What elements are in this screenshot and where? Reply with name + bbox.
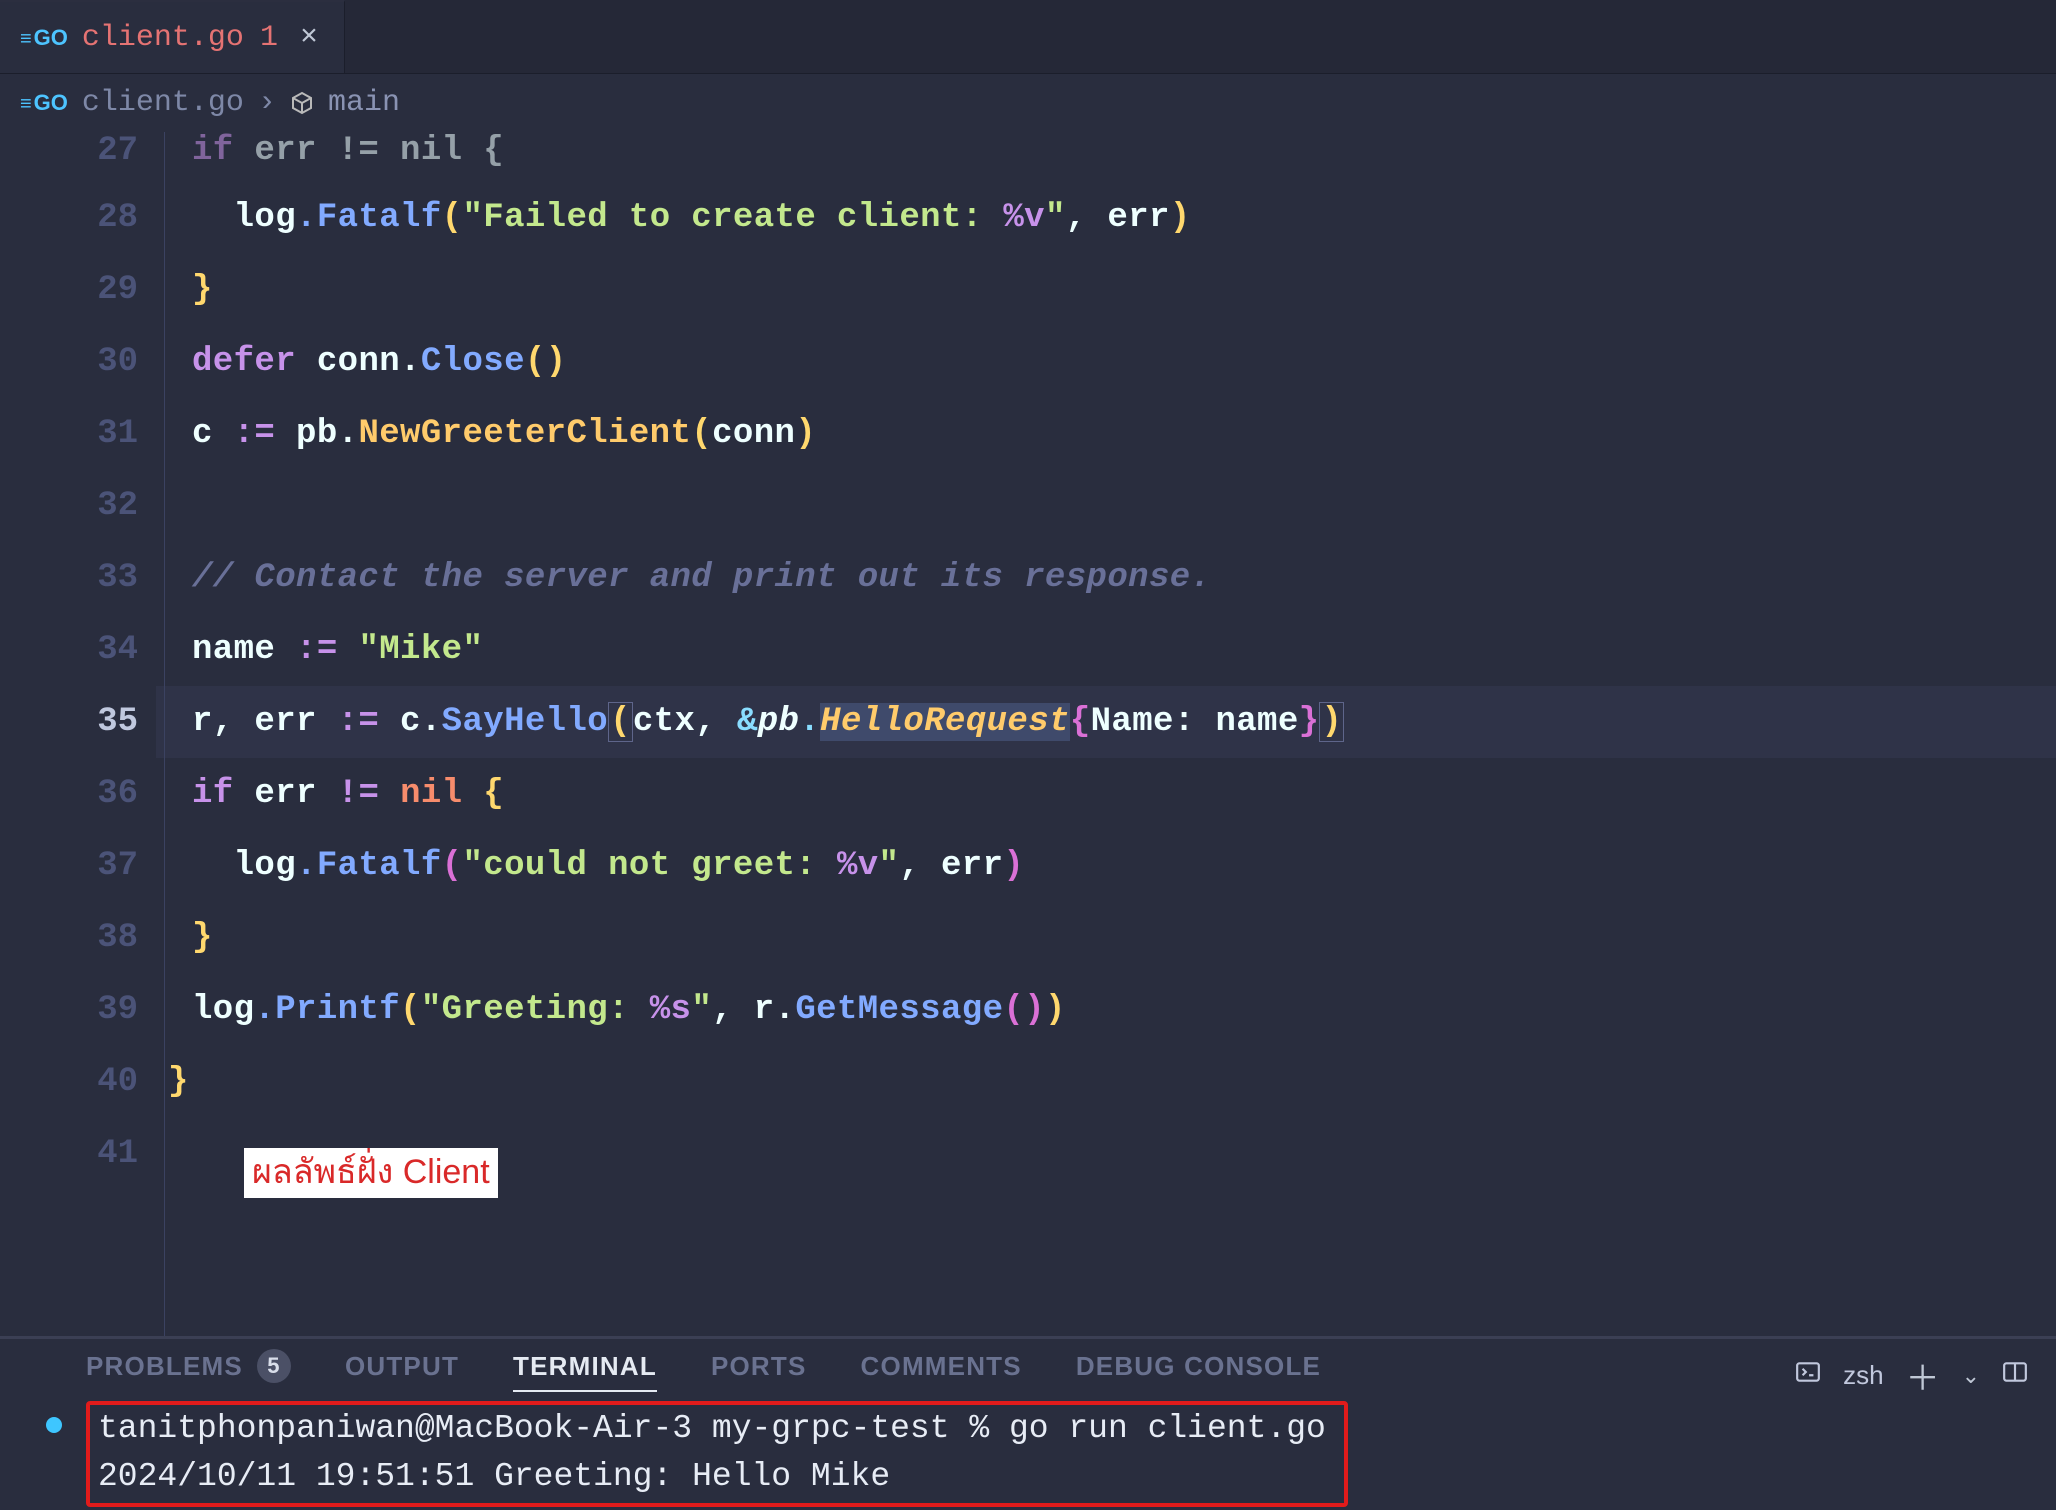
tab-filename: client.go [82, 21, 244, 55]
code-line[interactable]: log.Fatalf("could not greet: %v", err) [156, 830, 2056, 902]
tab-close-icon[interactable]: × [300, 23, 318, 53]
editor[interactable]: 27 28 29 30 31 32 33 34 35 36 37 38 39 4… [0, 132, 2056, 1336]
code-area[interactable]: if err != nil { log.Fatalf("Failed to cr… [156, 132, 2056, 1336]
breadcrumb-symbol[interactable]: main [328, 86, 400, 120]
code-line[interactable]: defer conn.Close() [156, 326, 2056, 398]
code-line[interactable]: log.Printf("Greeting: %s", r.GetMessage(… [156, 974, 2056, 1046]
annotation-label: ผลลัพธ์ฝั่ง Client [244, 1148, 498, 1198]
bottom-panel: PROBLEMS 5 OUTPUT TERMINAL PORTS COMMENT… [0, 1336, 2056, 1510]
panel-tab-output[interactable]: OUTPUT [345, 1351, 459, 1382]
indent-guide [164, 132, 165, 1336]
symbol-package-icon [290, 91, 314, 115]
panel-tab-label: DEBUG CONSOLE [1076, 1351, 1321, 1382]
line-number-gutter: 27 28 29 30 31 32 33 34 35 36 37 38 39 4… [0, 132, 156, 1336]
code-line[interactable]: if err != nil { [156, 132, 2056, 182]
terminal-status-dot [46, 1417, 62, 1433]
tab-client-go[interactable]: GO client.go 1 × [0, 0, 345, 73]
panel-tab-label: PROBLEMS [86, 1351, 243, 1382]
terminal-output[interactable]: tanitphonpaniwan@MacBook-Air-3 my-grpc-t… [0, 1383, 2056, 1510]
tab-bar: GO client.go 1 × [0, 0, 2056, 74]
breadcrumb: GO client.go › main [0, 74, 2056, 132]
tab-dirty-indicator: 1 [260, 21, 278, 55]
code-line[interactable] [156, 470, 2056, 542]
code-line[interactable]: if err != nil { [156, 758, 2056, 830]
code-line[interactable]: name := "Mike" [156, 614, 2056, 686]
chevron-right-icon: › [258, 86, 276, 120]
panel-tab-debug-console[interactable]: DEBUG CONSOLE [1076, 1351, 1321, 1382]
panel-tab-ports[interactable]: PORTS [711, 1351, 807, 1382]
code-line[interactable]: } [156, 254, 2056, 326]
problems-count-badge: 5 [257, 1349, 291, 1383]
panel-tab-label: COMMENTS [861, 1351, 1022, 1382]
code-line[interactable]: } [156, 902, 2056, 974]
panel-tab-label: PORTS [711, 1351, 807, 1382]
breadcrumb-file[interactable]: client.go [82, 86, 244, 120]
panel-tab-terminal[interactable]: TERMINAL [513, 1351, 657, 1382]
annotation-box: tanitphonpaniwan@MacBook-Air-3 my-grpc-t… [86, 1401, 1348, 1507]
panel-tab-comments[interactable]: COMMENTS [861, 1351, 1022, 1382]
terminal-line: tanitphonpaniwan@MacBook-Air-3 my-grpc-t… [98, 1405, 1326, 1453]
go-icon: GO [20, 90, 68, 116]
code-line[interactable]: log.Fatalf("Failed to create client: %v"… [156, 182, 2056, 254]
panel-tab-bar: PROBLEMS 5 OUTPUT TERMINAL PORTS COMMENT… [0, 1339, 2056, 1383]
code-line-current[interactable]: r, err := c.SayHello(ctx, &pb.HelloReque… [156, 686, 2056, 758]
panel-tab-problems[interactable]: PROBLEMS 5 [86, 1349, 291, 1383]
terminal-line: 2024/10/11 19:51:51 Greeting: Hello Mike [98, 1453, 1326, 1501]
code-line[interactable]: c := pb.NewGreeterClient(conn) [156, 398, 2056, 470]
panel-tab-label: TERMINAL [513, 1351, 657, 1382]
panel-tab-label: OUTPUT [345, 1351, 459, 1382]
code-line[interactable]: } [156, 1046, 2056, 1118]
code-line[interactable]: // Contact the server and print out its … [156, 542, 2056, 614]
go-icon: GO [20, 25, 68, 51]
